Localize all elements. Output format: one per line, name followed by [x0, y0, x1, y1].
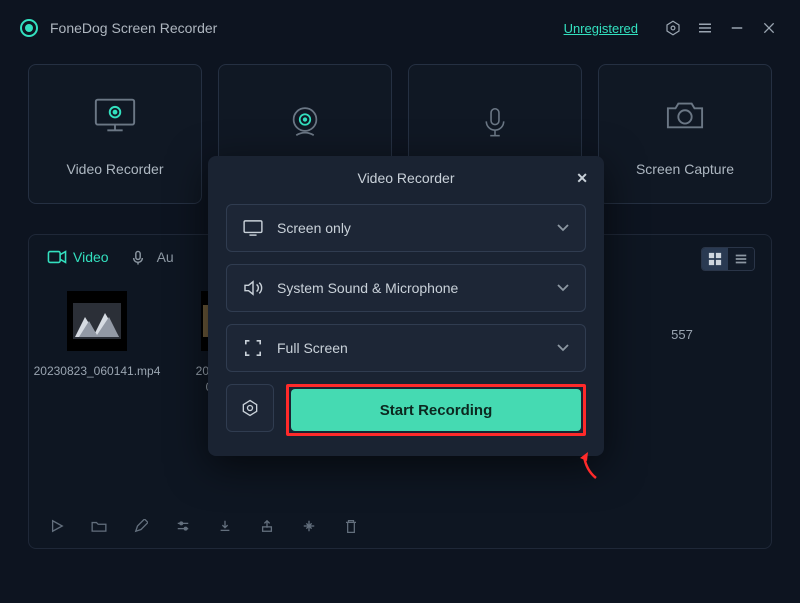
- chevron-down-icon: [557, 344, 569, 352]
- select-value: Screen only: [277, 220, 351, 236]
- close-icon[interactable]: [758, 17, 780, 39]
- screen-capture-card[interactable]: Screen Capture: [598, 64, 772, 204]
- start-recording-button[interactable]: Start Recording: [291, 389, 581, 431]
- file-thumbnail: [67, 291, 127, 351]
- chevron-down-icon: [557, 224, 569, 232]
- video-recorder-card[interactable]: Video Recorder: [28, 64, 202, 204]
- camera-icon: [661, 91, 709, 139]
- select-value: System Sound & Microphone: [277, 280, 458, 296]
- audio-select[interactable]: System Sound & Microphone: [226, 264, 586, 312]
- settings-hex-icon[interactable]: [662, 17, 684, 39]
- monitor-icon: [91, 91, 139, 139]
- panel-toolbar: [49, 518, 359, 534]
- annotation-arrow: [580, 452, 600, 480]
- sliders-icon[interactable]: [175, 518, 191, 534]
- webcam-icon: [281, 99, 329, 147]
- grid-view-button[interactable]: [702, 248, 728, 270]
- card-label: Video Recorder: [66, 161, 163, 177]
- tab-label: Video: [73, 249, 109, 265]
- file-name: 557: [637, 327, 727, 342]
- file-item[interactable]: 20230823_060141.mp4: [47, 291, 147, 395]
- popup-close-button[interactable]: ✕: [576, 170, 588, 187]
- card-label: Screen Capture: [636, 161, 734, 177]
- start-recording-highlight: Start Recording: [286, 384, 586, 436]
- fullscreen-icon: [243, 339, 263, 357]
- screen-icon: [243, 219, 263, 237]
- download-icon[interactable]: [217, 518, 233, 534]
- app-logo: [20, 19, 38, 37]
- tab-video[interactable]: Video: [47, 249, 109, 265]
- source-select[interactable]: Screen only: [226, 204, 586, 252]
- recorder-settings-button[interactable]: [226, 384, 274, 432]
- popup-title: Video Recorder: [226, 170, 586, 186]
- video-tab-icon: [47, 250, 65, 264]
- select-value: Full Screen: [277, 340, 348, 356]
- speaker-icon: [243, 279, 263, 297]
- tab-audio[interactable]: Au: [131, 249, 174, 265]
- chevron-down-icon: [557, 284, 569, 292]
- file-name: 20230823_060141.mp4: [34, 363, 161, 379]
- area-select[interactable]: Full Screen: [226, 324, 586, 372]
- list-view-button[interactable]: [728, 248, 754, 270]
- share-icon[interactable]: [259, 518, 275, 534]
- tab-label: Au: [157, 249, 174, 265]
- play-icon[interactable]: [49, 518, 65, 534]
- unregistered-link[interactable]: Unregistered: [564, 21, 638, 36]
- folder-icon[interactable]: [91, 518, 107, 534]
- app-title: FoneDog Screen Recorder: [50, 20, 217, 36]
- audio-tab-icon: [131, 250, 149, 264]
- minimize-icon[interactable]: [726, 17, 748, 39]
- merge-icon[interactable]: [301, 518, 317, 534]
- trash-icon[interactable]: [343, 518, 359, 534]
- edit-icon[interactable]: [133, 518, 149, 534]
- menu-icon[interactable]: [694, 17, 716, 39]
- microphone-icon: [471, 99, 519, 147]
- view-toggle: [701, 247, 755, 271]
- video-recorder-popup: Video Recorder ✕ Screen only System Soun…: [208, 156, 604, 456]
- titlebar: FoneDog Screen Recorder Unregistered: [0, 0, 800, 56]
